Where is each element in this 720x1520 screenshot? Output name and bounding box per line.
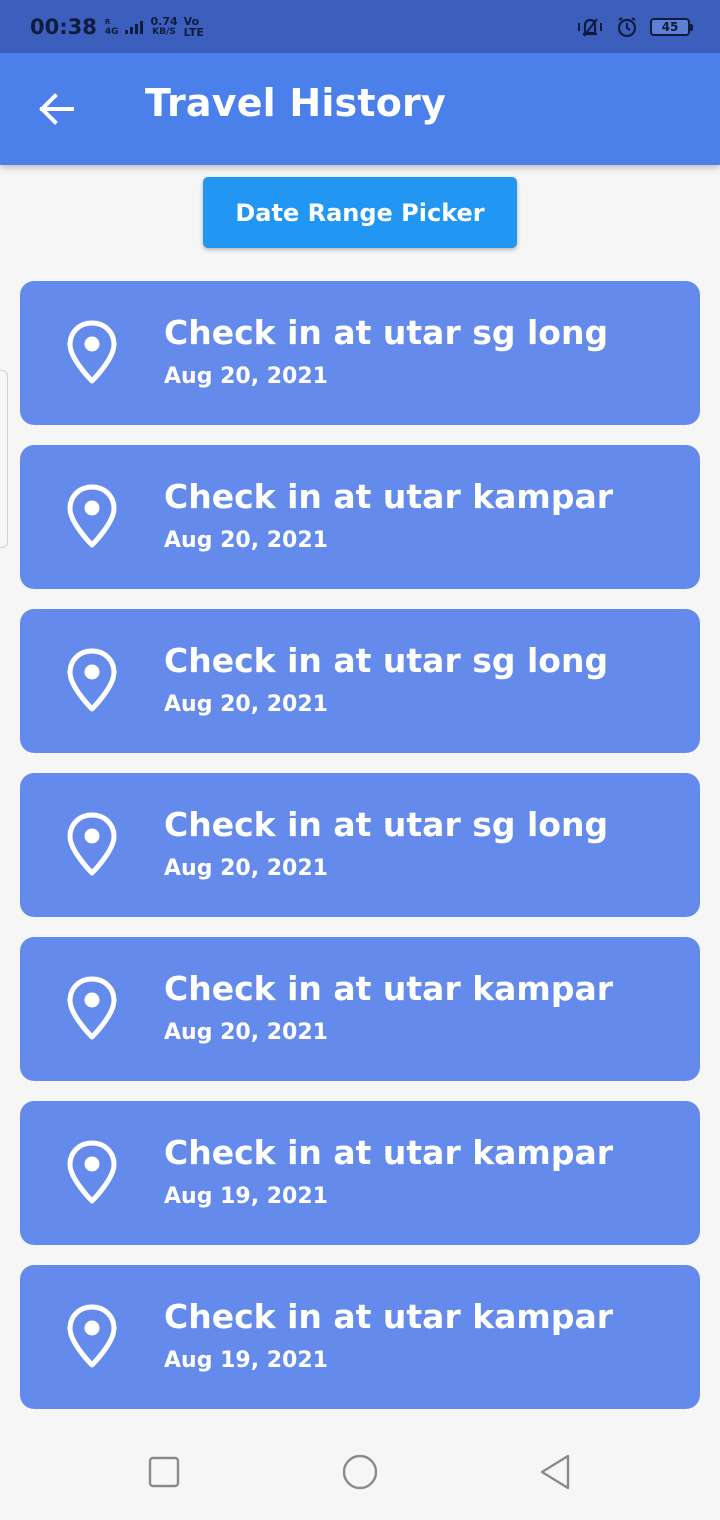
location-pin-icon bbox=[67, 1140, 117, 1204]
vibrate-icon bbox=[578, 17, 602, 37]
history-card[interactable]: Check in at utar kampar Aug 20, 2021 bbox=[20, 445, 700, 589]
network-speed: 0.74 KB/S bbox=[151, 16, 178, 38]
edge-panel-handle[interactable] bbox=[0, 370, 8, 548]
square-icon bbox=[148, 1456, 180, 1488]
location-pin-icon bbox=[67, 976, 117, 1040]
history-card-date: Aug 20, 2021 bbox=[164, 856, 328, 881]
history-card-title: Check in at utar sg long bbox=[164, 641, 609, 680]
travel-history-list: Check in at utar sg long Aug 20, 2021 Chec… bbox=[20, 281, 700, 1429]
history-card[interactable]: Check in at utar sg long Aug 20, 2021 bbox=[20, 609, 700, 753]
location-pin-icon bbox=[67, 812, 117, 876]
speed-unit: KB/S bbox=[152, 26, 176, 37]
volte-indicator: Vo LTE bbox=[184, 16, 204, 38]
battery-icon: 45 bbox=[650, 17, 693, 36]
location-pin-icon bbox=[67, 320, 117, 384]
battery-level: 45 bbox=[661, 19, 679, 34]
location-pin-icon bbox=[67, 1304, 117, 1368]
status-bar: 00:38 R 4G 0.74 KB/S Vo LTE 45 bbox=[0, 0, 720, 53]
location-pin-icon bbox=[67, 484, 117, 548]
triangle-back-icon bbox=[540, 1454, 570, 1490]
date-range-picker-button[interactable]: Date Range Picker bbox=[203, 177, 517, 248]
signal-icon bbox=[124, 20, 143, 34]
history-card-date: Aug 20, 2021 bbox=[164, 364, 328, 389]
status-time: 00:38 bbox=[30, 14, 97, 39]
history-card-title: Check in at utar kampar bbox=[164, 1133, 613, 1172]
history-card-date: Aug 19, 2021 bbox=[164, 1348, 328, 1373]
history-card-title: Check in at utar sg long bbox=[164, 805, 609, 844]
history-card-title: Check in at utar kampar bbox=[164, 477, 613, 516]
speed-value: 0.74 bbox=[150, 14, 178, 28]
history-card[interactable]: Check in at utar sg long Aug 20, 2021 bbox=[20, 773, 700, 917]
arrow-left-icon bbox=[39, 93, 74, 125]
location-pin-icon bbox=[67, 648, 117, 712]
status-right: 45 bbox=[576, 16, 693, 38]
volte-top: Vo bbox=[183, 14, 200, 28]
nav-back-button[interactable] bbox=[536, 1454, 576, 1494]
history-card-date: Aug 19, 2021 bbox=[164, 1184, 328, 1209]
history-card-title: Check in at utar kampar bbox=[164, 1297, 613, 1336]
history-card-date: Aug 20, 2021 bbox=[164, 1020, 328, 1045]
history-card[interactable]: Check in at utar kampar Aug 20, 2021 bbox=[20, 937, 700, 1081]
history-card-title: Check in at utar sg long bbox=[164, 313, 609, 352]
home-button[interactable] bbox=[340, 1454, 380, 1494]
history-card[interactable]: Check in at utar sg long Aug 20, 2021 bbox=[20, 281, 700, 425]
circle-icon bbox=[342, 1454, 378, 1490]
history-card[interactable]: Check in at utar kampar Aug 19, 2021 bbox=[20, 1265, 700, 1409]
volte-bottom: LTE bbox=[183, 25, 204, 39]
network-sub-label: R bbox=[104, 17, 111, 26]
recents-button[interactable] bbox=[146, 1454, 186, 1494]
history-card-date: Aug 20, 2021 bbox=[164, 692, 328, 717]
network-type: R 4G bbox=[105, 17, 119, 37]
system-nav-bar bbox=[0, 1424, 720, 1520]
back-button[interactable] bbox=[36, 89, 76, 129]
history-card-title: Check in at utar kampar bbox=[164, 969, 613, 1008]
page-title: Travel History bbox=[145, 81, 446, 125]
alarm-icon bbox=[617, 16, 637, 37]
app-bar: Travel History bbox=[0, 53, 720, 165]
history-card[interactable]: Check in at utar kampar Aug 19, 2021 bbox=[20, 1101, 700, 1245]
history-card-date: Aug 20, 2021 bbox=[164, 528, 328, 553]
network-type-label: 4G bbox=[104, 26, 119, 37]
